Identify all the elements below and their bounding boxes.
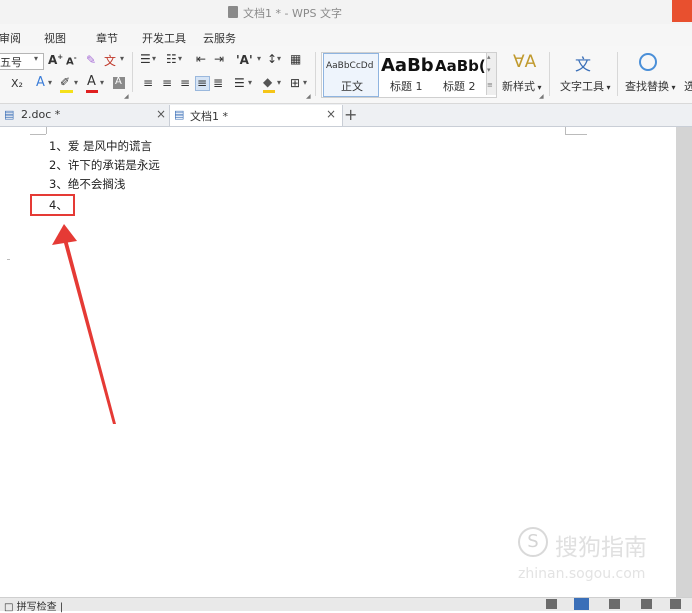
web-view-icon[interactable]: [641, 599, 652, 609]
watermark-url: zhinan.sogou.com: [518, 566, 646, 582]
watermark-logo-icon: S: [518, 527, 548, 557]
spell-check-status[interactable]: □ 拼写检查 |: [4, 598, 63, 613]
outline-view-icon[interactable]: [609, 599, 620, 609]
page-view-icon[interactable]: [574, 598, 589, 610]
watermark-text: 搜狗指南: [555, 535, 647, 561]
annotation-arrow: [52, 224, 116, 424]
full-screen-icon[interactable]: [546, 599, 557, 609]
reading-view-icon[interactable]: [670, 599, 681, 609]
